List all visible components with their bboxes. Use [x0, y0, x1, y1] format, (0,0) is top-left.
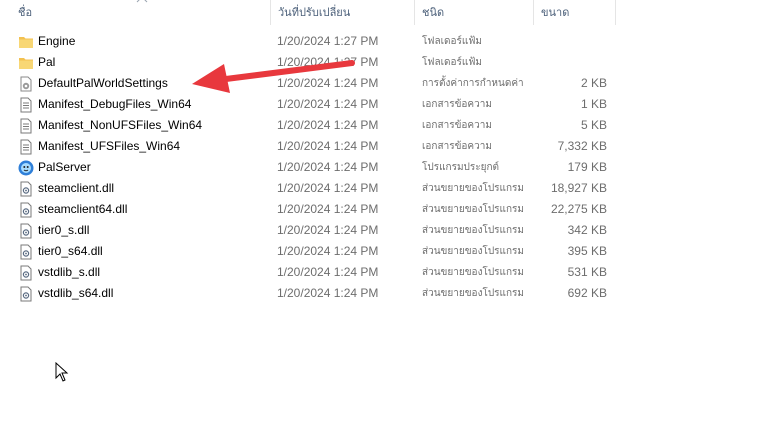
- column-divider[interactable]: [615, 0, 616, 25]
- file-date: 1/20/2024 1:24 PM: [277, 244, 379, 258]
- file-name: Pal: [38, 55, 56, 69]
- file-size: 22,275 KB: [550, 202, 607, 216]
- dll-file-icon: [18, 223, 34, 239]
- file-size: 5 KB: [580, 118, 607, 132]
- file-type: เอกสารข้อความ: [422, 120, 492, 131]
- file-date: 1/20/2024 1:24 PM: [277, 286, 379, 300]
- file-row[interactable]: Pal 1/20/2024 1:27 PM โฟลเดอร์แฟ้ม: [14, 52, 614, 73]
- file-name: vstdlib_s.dll: [38, 265, 101, 279]
- file-size: 395 KB: [567, 244, 607, 258]
- file-row[interactable]: vstdlib_s.dll 1/20/2024 1:24 PM ส่วนขยายขอ…: [14, 262, 614, 283]
- file-row[interactable]: Manifest_UFSFiles_Win64 1/20/2024 1:24 PM…: [14, 136, 614, 157]
- column-divider[interactable]: [533, 0, 534, 25]
- file-name: vstdlib_s64.dll: [38, 286, 114, 300]
- file-name: steamclient64.dll: [38, 202, 128, 216]
- file-type: ส่วนขยายของโปรแกรม: [422, 246, 525, 257]
- file-size: 18,927 KB: [550, 181, 607, 195]
- file-size: 2 KB: [580, 76, 607, 90]
- dll-file-icon: [18, 286, 34, 302]
- column-header-date[interactable]: วันที่ปรับเปลี่ยน: [278, 0, 408, 25]
- file-size: 342 KB: [567, 223, 607, 237]
- palserver-app-icon: [18, 160, 34, 176]
- file-row[interactable]: Manifest_DebugFiles_Win64 1/20/2024 1:24 …: [14, 94, 614, 115]
- file-row[interactable]: tier0_s.dll 1/20/2024 1:24 PM ส่วนขยายของโ…: [14, 220, 614, 241]
- file-name: DefaultPalWorldSettings: [38, 76, 168, 90]
- text-document-icon: [18, 118, 34, 134]
- file-type: ส่วนขยายของโปรแกรม: [422, 225, 525, 236]
- file-row[interactable]: PalServer 1/20/2024 1:24 PM โปรแกรมประยุกต…: [14, 157, 614, 178]
- file-row[interactable]: vstdlib_s64.dll 1/20/2024 1:24 PM ส่วนขยาย…: [14, 283, 614, 304]
- file-type: ส่วนขยายของโปรแกรม: [422, 267, 525, 278]
- file-date: 1/20/2024 1:24 PM: [277, 181, 379, 195]
- file-date: 1/20/2024 1:24 PM: [277, 223, 379, 237]
- file-type: เอกสารข้อความ: [422, 141, 492, 152]
- mouse-pointer-icon: [55, 362, 69, 382]
- file-row[interactable]: steamclient.dll 1/20/2024 1:24 PM ส่วนขยาย…: [14, 178, 614, 199]
- file-date: 1/20/2024 1:24 PM: [277, 76, 379, 90]
- folder-icon: [18, 55, 34, 71]
- file-date: 1/20/2024 1:27 PM: [277, 34, 379, 48]
- file-name: Manifest_UFSFiles_Win64: [38, 139, 181, 153]
- file-type: โฟลเดอร์แฟ้ม: [422, 36, 482, 47]
- file-date: 1/20/2024 1:24 PM: [277, 139, 379, 153]
- file-name: tier0_s64.dll: [38, 244, 103, 258]
- file-name: PalServer: [38, 160, 91, 174]
- file-size: 179 KB: [567, 160, 607, 174]
- file-size: 7,332 KB: [557, 139, 607, 153]
- column-header-size[interactable]: ขนาด: [541, 0, 611, 25]
- file-date: 1/20/2024 1:27 PM: [277, 55, 379, 69]
- file-row[interactable]: steamclient64.dll 1/20/2024 1:24 PM ส่วนขย…: [14, 199, 614, 220]
- file-size: 1 KB: [580, 97, 607, 111]
- settings-file-icon: [18, 76, 34, 92]
- file-size: 692 KB: [567, 286, 607, 300]
- file-row[interactable]: Manifest_NonUFSFiles_Win64 1/20/2024 1:24…: [14, 115, 614, 136]
- file-type: เอกสารข้อความ: [422, 99, 492, 110]
- text-document-icon: [18, 139, 34, 155]
- file-date: 1/20/2024 1:24 PM: [277, 265, 379, 279]
- file-type: ส่วนขยายของโปรแกรม: [422, 183, 525, 194]
- column-divider[interactable]: [414, 0, 415, 25]
- file-size: 531 KB: [567, 265, 607, 279]
- column-header-type[interactable]: ชนิด: [422, 0, 522, 25]
- dll-file-icon: [18, 265, 34, 281]
- dll-file-icon: [18, 244, 34, 260]
- file-type: ส่วนขยายของโปรแกรม: [422, 288, 525, 299]
- file-row[interactable]: tier0_s64.dll 1/20/2024 1:24 PM ส่วนขยายขอ…: [14, 241, 614, 262]
- folder-icon: [18, 34, 34, 50]
- dll-file-icon: [18, 181, 34, 197]
- file-name: tier0_s.dll: [38, 223, 90, 237]
- file-type: โปรแกรมประยุกต์: [422, 162, 500, 173]
- file-date: 1/20/2024 1:24 PM: [277, 97, 379, 111]
- file-name: Manifest_DebugFiles_Win64: [38, 97, 192, 111]
- file-type: การตั้งค่าการกำหนดค่า: [422, 78, 524, 89]
- file-name: Engine: [38, 34, 76, 48]
- file-type: ส่วนขยายของโปรแกรม: [422, 204, 525, 215]
- dll-file-icon: [18, 202, 34, 218]
- text-document-icon: [18, 97, 34, 113]
- column-divider[interactable]: [270, 0, 271, 25]
- file-name: steamclient.dll: [38, 181, 115, 195]
- file-date: 1/20/2024 1:24 PM: [277, 202, 379, 216]
- column-header-name[interactable]: ชื่อ: [18, 0, 268, 25]
- file-date: 1/20/2024 1:24 PM: [277, 118, 379, 132]
- file-type: โฟลเดอร์แฟ้ม: [422, 57, 482, 68]
- column-header-bar: ชื่อ วันที่ปรับเปลี่ยน ชนิด ขนาด: [0, 0, 616, 25]
- file-row[interactable]: DefaultPalWorldSettings 1/20/2024 1:24 PM…: [14, 73, 614, 94]
- file-row[interactable]: Engine 1/20/2024 1:27 PM โฟลเดอร์แฟ้ม: [14, 31, 614, 52]
- file-name: Manifest_NonUFSFiles_Win64: [38, 118, 203, 132]
- file-date: 1/20/2024 1:24 PM: [277, 160, 379, 174]
